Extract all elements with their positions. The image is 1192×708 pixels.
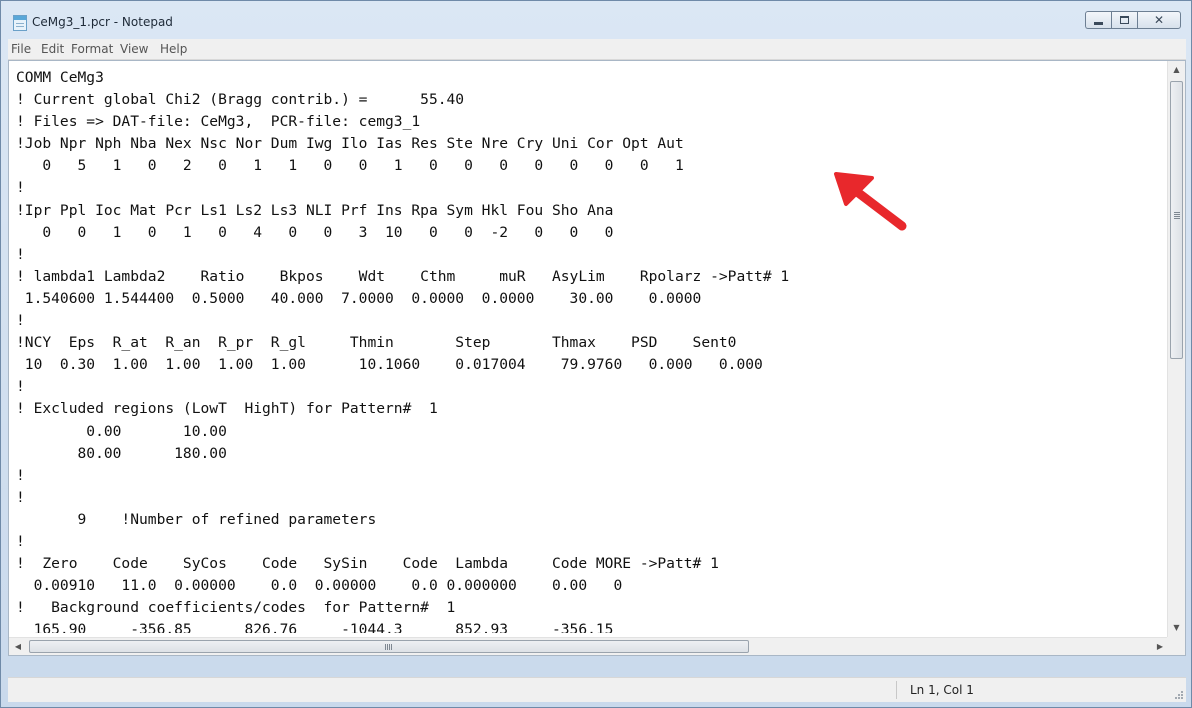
scroll-up-icon[interactable]: ▲	[1168, 61, 1185, 79]
text-line: !Job Npr Nph Nba Nex Nsc Nor Dum Iwg Ilo…	[16, 135, 684, 153]
text-line: 165.90 -356.85 826.76 -1044.3 852.93 -35…	[16, 621, 614, 633]
grip-icon	[1174, 212, 1180, 213]
text-area[interactable]: COMM CeMg3 ! Current global Chi2 (Bragg c…	[16, 67, 1156, 633]
grip-icon	[385, 644, 386, 650]
title-bar[interactable]: CeMg3_1.pcr - Notepad ✕	[1, 1, 1191, 37]
text-line: !	[16, 466, 25, 484]
caption-buttons: ✕	[1085, 11, 1181, 29]
menu-file[interactable]: File	[11, 42, 31, 56]
text-line: 9 !Number of refined parameters	[16, 510, 377, 528]
text-line: ! Excluded regions (LowT HighT) for Patt…	[16, 400, 438, 418]
menu-format[interactable]: Format	[71, 42, 113, 56]
text-line: 80.00 180.00	[16, 444, 227, 462]
status-divider	[896, 681, 897, 699]
text-line: !	[16, 179, 25, 197]
menu-help[interactable]: Help	[160, 42, 187, 56]
close-icon: ✕	[1153, 13, 1165, 27]
text-line: 0.00 10.00	[16, 422, 227, 440]
scroll-left-icon[interactable]: ◀	[9, 638, 27, 655]
text-line: !	[16, 488, 25, 506]
text-line: 0 0 1 0 1 0 4 0 0 3 10 0 0 -2 0 0 0	[16, 223, 614, 241]
text-line: !Ipr Ppl Ioc Mat Pcr Ls1 Ls2 Ls3 NLI Prf…	[16, 201, 614, 219]
minimize-icon	[1094, 22, 1103, 25]
scrollbar-corner	[1167, 637, 1185, 655]
horizontal-scroll-thumb[interactable]	[29, 640, 749, 653]
text-line: !NCY Eps R_at R_an R_pr R_gl Thmin Step …	[16, 334, 737, 352]
notepad-icon[interactable]	[13, 15, 27, 31]
cursor-position: Ln 1, Col 1	[910, 683, 974, 697]
maximize-icon	[1120, 16, 1129, 24]
vertical-scrollbar[interactable]: ▲ ▼	[1167, 61, 1185, 637]
vertical-scroll-thumb[interactable]	[1170, 81, 1183, 359]
text-line: 10 0.30 1.00 1.00 1.00 1.00 10.1060 0.01…	[16, 356, 763, 374]
text-line: 0 5 1 0 2 0 1 1 0 0 1 0 0 0 0 0 0 0 1	[16, 157, 684, 175]
text-line: 1.540600 1.544400 0.5000 40.000 7.0000 0…	[16, 289, 702, 307]
text-line: !	[16, 245, 25, 263]
menu-view[interactable]: View	[120, 42, 148, 56]
resize-grip-icon[interactable]	[1172, 688, 1184, 700]
text-line: COMM CeMg3	[16, 69, 104, 86]
window-title: CeMg3_1.pcr - Notepad	[32, 15, 173, 29]
scroll-down-icon[interactable]: ▼	[1168, 619, 1185, 637]
text-line: ! lambda1 Lambda2 Ratio Bkpos Wdt Cthm m…	[16, 267, 790, 285]
notepad-window: CeMg3_1.pcr - Notepad ✕ File Edit Format…	[0, 0, 1192, 708]
text-line: !	[16, 532, 25, 550]
text-line: !	[16, 312, 25, 330]
text-line: 0.00910 11.0 0.00000 0.0 0.00000 0.0 0.0…	[16, 577, 623, 595]
text-line: !	[16, 378, 25, 396]
status-bar: Ln 1, Col 1	[8, 677, 1186, 702]
text-line: ! Zero Code SyCos Code SySin Code Lambda…	[16, 555, 719, 573]
horizontal-scrollbar[interactable]: ◀ ▶	[9, 637, 1169, 655]
text-editor[interactable]: COMM CeMg3 ! Current global Chi2 (Bragg c…	[8, 60, 1186, 656]
text-line: ! Background coefficients/codes for Patt…	[16, 599, 456, 617]
minimize-button[interactable]	[1085, 11, 1111, 29]
text-line: ! Current global Chi2 (Bragg contrib.) =…	[16, 91, 465, 109]
text-line: ! Files => DAT-file: CeMg3, PCR-file: ce…	[16, 113, 421, 131]
close-button[interactable]: ✕	[1137, 11, 1181, 29]
maximize-button[interactable]	[1111, 11, 1137, 29]
menu-edit[interactable]: Edit	[41, 42, 64, 56]
menu-bar: File Edit Format View Help	[8, 39, 1186, 60]
